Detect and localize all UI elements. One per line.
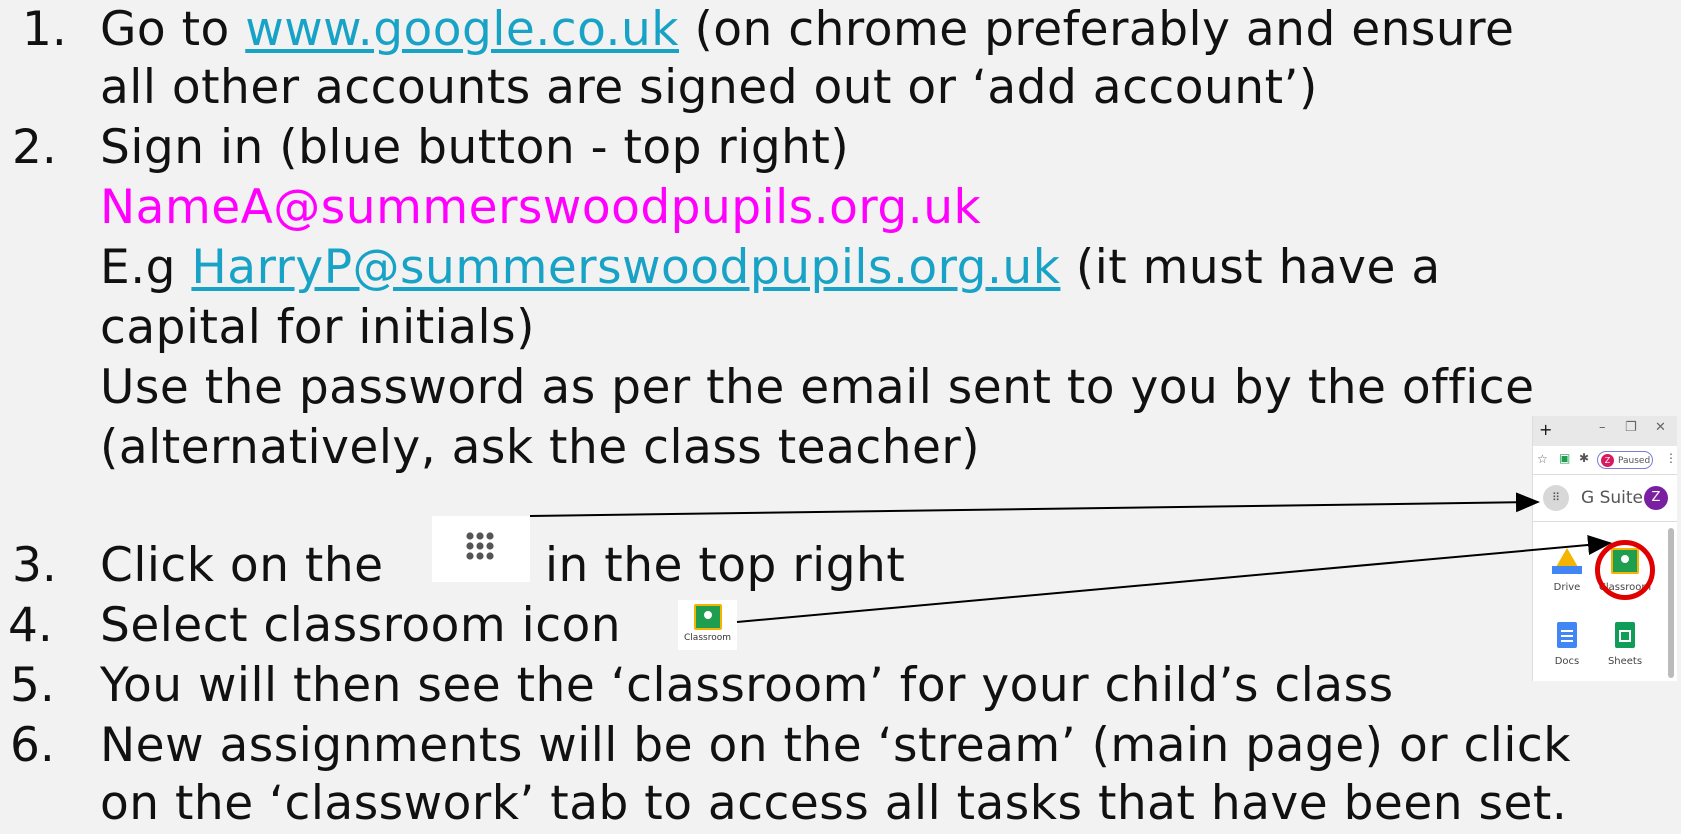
annotation-arrows [529, 492, 1612, 623]
arrow-to-classroom [736, 535, 1612, 623]
arrow-to-apps-grid [529, 492, 1540, 517]
